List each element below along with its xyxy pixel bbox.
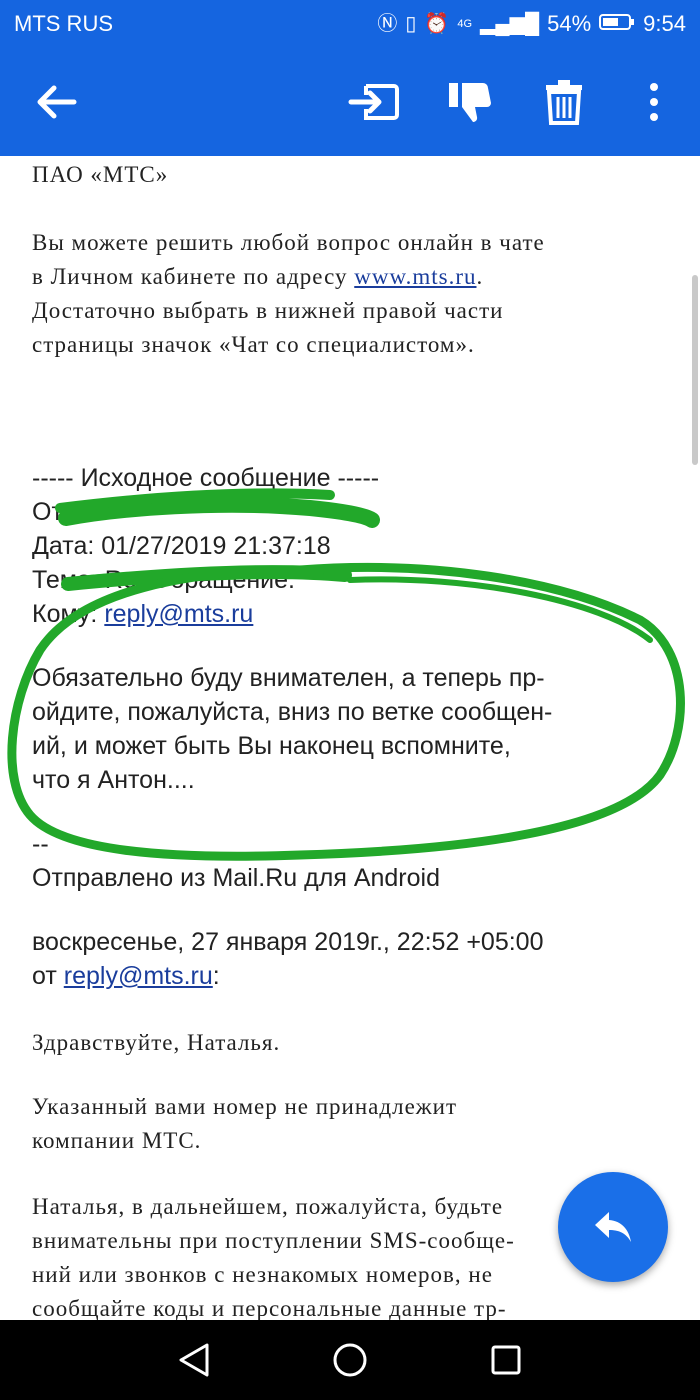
carrier-name: MTS RUS — [14, 11, 113, 36]
toolbar — [0, 48, 700, 156]
help-line-1: Вы можете решить любой вопрос онлайн в ч… — [32, 230, 545, 255]
help-line-2: в Личном кабинете по адресу www.mts.ru. — [32, 264, 484, 289]
more-button[interactable] — [622, 70, 686, 134]
more-vert-icon — [650, 83, 658, 121]
signature-separator: -- — [32, 830, 49, 858]
to-email-link[interactable]: reply@mts.ru — [104, 600, 253, 628]
quote-from-link[interactable]: reply@mts.ru — [64, 962, 213, 990]
mts-site-link[interactable]: www.mts.ru — [354, 264, 476, 289]
subject-line: Тема: Re: Обращение. — [32, 566, 295, 594]
nav-home-icon — [333, 1343, 367, 1377]
message-line-1: Обязательно буду внимателен, а теперь пр… — [32, 664, 545, 692]
thumbs-down-icon — [449, 83, 491, 123]
greeting: Здравствуйте, Наталья. — [32, 1030, 281, 1055]
trash-icon — [546, 80, 582, 125]
nav-home-button[interactable] — [328, 1338, 372, 1382]
help-line-3: Достаточно выбрать в нижней правой части — [32, 298, 504, 323]
battery-percent: 54% — [547, 11, 592, 36]
move-button[interactable] — [342, 70, 406, 134]
status-bar: MTS RUS Ⓝ ▯ ⏰ 4G ▂▄▆█ 54% 9:54 — [0, 0, 700, 48]
message-line-4: что я Антон.... — [32, 766, 195, 794]
to-line: Кому: reply@mts.ru — [32, 600, 254, 628]
message-line-3: ий, и может быть Вы наконец вспомните, — [32, 732, 511, 760]
vibrate-icon: ▯ — [405, 13, 417, 35]
nav-recents-icon — [491, 1345, 521, 1375]
clock: 9:54 — [643, 11, 686, 36]
nav-bar — [0, 1320, 700, 1400]
email-body: ПАО «МТС» Вы можете решить любой вопрос … — [0, 156, 700, 1320]
para1-line-2: компании МТС. — [32, 1128, 202, 1153]
date-line: Дата: 01/27/2019 21:37:18 — [32, 532, 331, 560]
arrow-left-icon — [37, 85, 77, 119]
reply-button[interactable] — [558, 1172, 668, 1282]
from-line: От — [32, 498, 63, 526]
back-button[interactable] — [24, 70, 88, 134]
quote-from: от reply@mts.ru: — [32, 962, 220, 990]
para2-line-2: внимательны при поступлении SMS-сообще- — [32, 1228, 515, 1253]
quote-date: воскресенье, 27 января 2019г., 22:52 +05… — [32, 928, 544, 956]
help-line-4: страницы значок «Чат со специалистом». — [32, 332, 475, 357]
nav-back-icon — [179, 1343, 209, 1377]
nav-recents-button[interactable] — [484, 1338, 528, 1382]
para2-line-3: ний или звонков с незнакомых номеров, не — [32, 1262, 493, 1287]
network-type: 4G — [457, 18, 473, 30]
spam-button[interactable] — [438, 70, 502, 134]
move-to-folder-icon — [348, 84, 399, 120]
battery-icon — [599, 13, 635, 36]
para2-line-1: Наталья, в дальнейшем, пожалуйста, будьт… — [32, 1194, 504, 1219]
para1-line-1: Указанный вами номер не принадлежит — [32, 1094, 458, 1119]
signature: Отправлено из Mail.Ru для Android — [32, 864, 440, 892]
nfc-icon: Ⓝ — [377, 13, 398, 35]
sender-org: ПАО «МТС» — [32, 162, 169, 187]
original-header: ----- Исходное сообщение ----- — [32, 464, 380, 492]
message-line-2: ойдите, пожалуйста, вниз по ветке сообще… — [32, 698, 553, 726]
reply-icon — [595, 1212, 631, 1242]
status-icons: Ⓝ ▯ ⏰ 4G ▂▄▆█ 54% 9:54 — [377, 11, 686, 37]
alarm-icon: ⏰ — [424, 13, 450, 35]
scrollbar-thumb[interactable] — [692, 275, 698, 465]
delete-button[interactable] — [532, 70, 596, 134]
signal-icon: ▂▄▆█ — [480, 13, 540, 35]
nav-back-button[interactable] — [172, 1338, 216, 1382]
para2-line-4: сообщайте коды и персональные данные тр- — [32, 1296, 507, 1320]
